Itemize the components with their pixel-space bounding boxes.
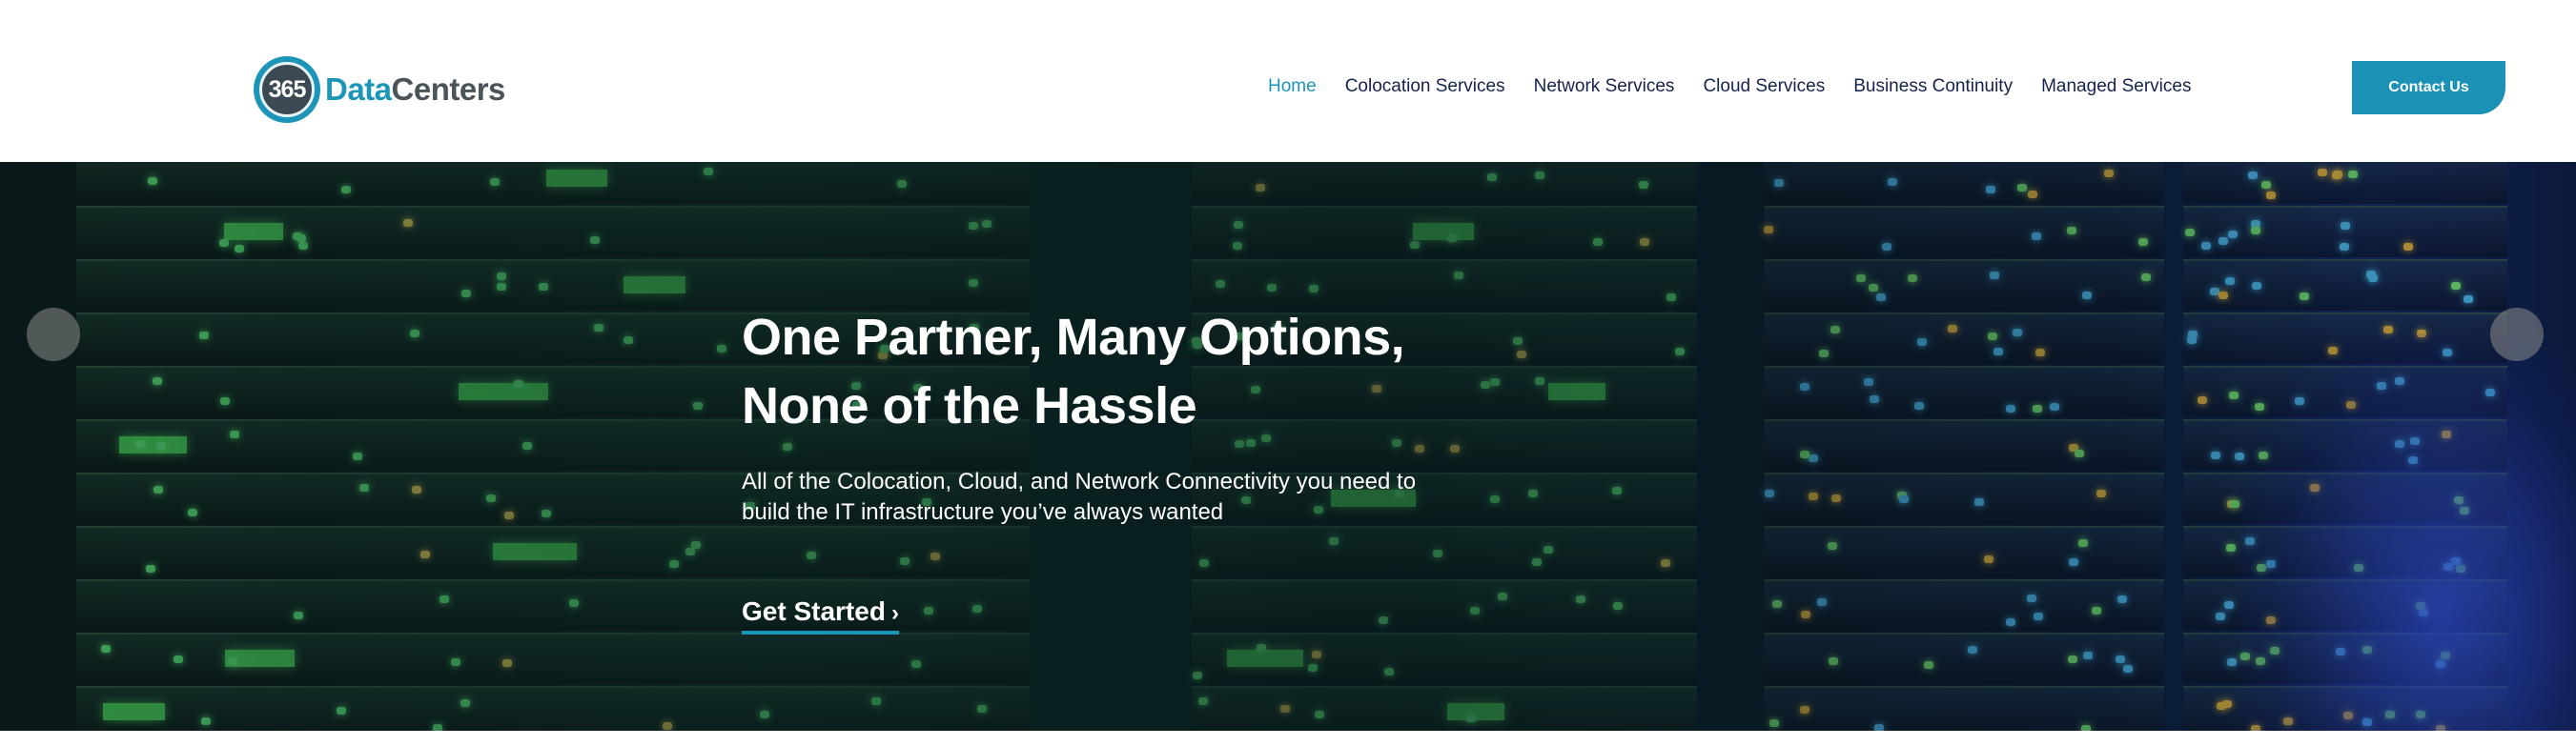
nav-item-business-continuity[interactable]: Business Continuity xyxy=(1853,76,2013,97)
get-started-label: Get Started xyxy=(742,596,886,626)
contact-us-button[interactable]: Contact Us xyxy=(2352,61,2505,114)
nav-item-network-services[interactable]: Network Services xyxy=(1534,76,1675,97)
slider-next-button[interactable] xyxy=(2490,308,2544,361)
main-navigation: Home Colocation Services Network Service… xyxy=(1268,76,2219,97)
logo-wordmark-centers: Centers xyxy=(391,71,506,107)
nav-item-managed-services[interactable]: Managed Services xyxy=(2041,76,2191,97)
logo-wordmark-data: Data xyxy=(325,71,392,107)
nav-item-cloud-services[interactable]: Cloud Services xyxy=(1703,76,1825,97)
nav-item-home[interactable]: Home xyxy=(1268,76,1317,97)
logo-badge-number: 365 xyxy=(259,62,315,117)
hero-subtitle-line-1: All of the Colocation, Cloud, and Networ… xyxy=(742,469,1417,494)
site-header: 365 DataCenters Home Colocation Services… xyxy=(0,0,2576,162)
hero-subtitle-line-2: build the IT infrastructure you’ve alway… xyxy=(742,499,1224,525)
hero-subtitle: All of the Colocation, Cloud, and Networ… xyxy=(742,467,1466,528)
logo-wordmark: DataCenters xyxy=(325,71,505,108)
chevron-right-icon: › xyxy=(890,600,899,626)
hero-content: One Partner, Many Options, None of the H… xyxy=(742,303,1504,635)
get-started-link[interactable]: Get Started › xyxy=(742,596,899,635)
hero-title-line-1: One Partner, Many Options, xyxy=(742,309,1405,366)
hero-title-line-2: None of the Hassle xyxy=(742,377,1197,434)
company-logo[interactable]: 365 DataCenters xyxy=(254,55,505,124)
nav-item-colocation-services[interactable]: Colocation Services xyxy=(1345,76,1505,97)
logo-badge: 365 xyxy=(254,56,320,123)
slider-prev-button[interactable] xyxy=(27,308,80,361)
hero-banner: One Partner, Many Options, None of the H… xyxy=(0,162,2576,731)
hero-title: One Partner, Many Options, None of the H… xyxy=(742,303,1504,440)
